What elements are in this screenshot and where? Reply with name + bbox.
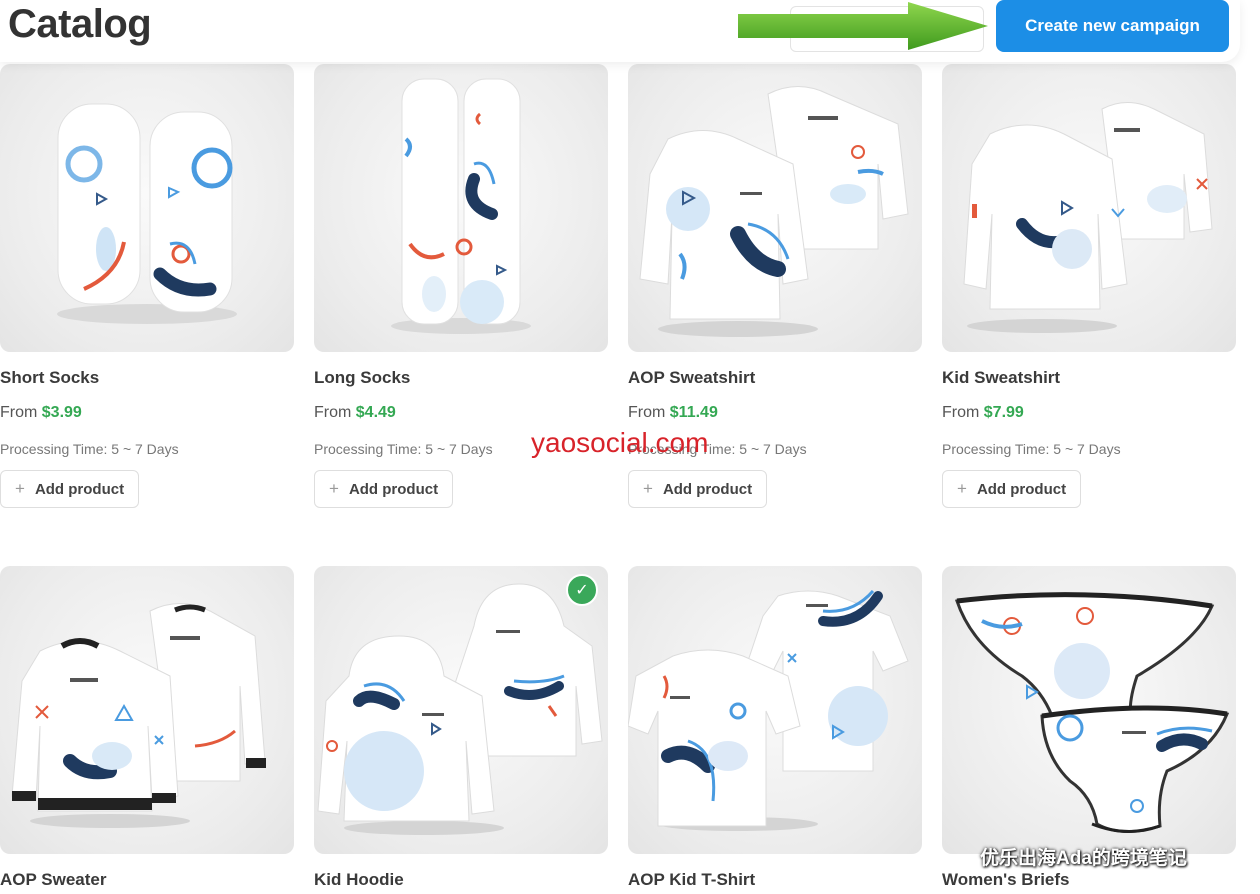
corner-watermark-text: 优乐出海Ada的跨境笔记: [980, 848, 1187, 869]
product-image-long-socks[interactable]: [314, 64, 608, 352]
create-new-campaign-button[interactable]: Create new campaign: [996, 0, 1229, 52]
product-card-kid-sweatshirt[interactable]: Kid Sweatshirt From $7.99 Processing Tim…: [942, 64, 1236, 508]
add-product-label: Add product: [348, 480, 439, 498]
product-card-kid-hoodie[interactable]: ✓ Kid Hoodie: [314, 566, 608, 889]
product-image-aop-kid-t-shirt[interactable]: [628, 566, 922, 854]
product-image-short-socks[interactable]: [0, 64, 294, 352]
add-product-button[interactable]: + Add product: [314, 470, 454, 508]
add-product-label: Add product: [34, 480, 125, 498]
product-image-kid-sweatshirt[interactable]: [942, 64, 1236, 352]
product-image-kid-hoodie[interactable]: ✓: [314, 566, 608, 854]
product-name: AOP Sweatshirt: [628, 368, 756, 387]
price-value: $4.49: [355, 404, 396, 421]
price-prefix: From: [628, 404, 666, 421]
add-product-label: Add product: [976, 480, 1067, 498]
price-prefix: From: [314, 404, 352, 421]
processing-time: Processing Time: 5 ~ 7 Days: [942, 441, 1121, 457]
processing-time: Processing Time: 5 ~ 7 Days: [314, 441, 493, 457]
product-card-aop-sweater[interactable]: AOP Sweater: [0, 566, 294, 889]
product-price: From $3.99: [0, 404, 82, 422]
product-name: Long Socks: [314, 368, 411, 387]
product-name: AOP Sweater: [0, 870, 107, 889]
product-price: From $7.99: [942, 404, 1024, 422]
plus-icon: +: [15, 479, 25, 498]
product-name: Kid Hoodie: [314, 870, 404, 889]
check-icon: ✓: [566, 574, 598, 606]
price-prefix: From: [942, 404, 980, 421]
product-name: AOP Kid T-Shirt: [628, 870, 756, 889]
page-title: Catalog: [8, 2, 152, 46]
product-name: Women's Briefs: [942, 870, 1070, 889]
plus-icon: +: [643, 479, 653, 498]
add-product-button[interactable]: + Add product: [0, 470, 140, 508]
product-image-womens-briefs[interactable]: [942, 566, 1236, 854]
price-value: $7.99: [983, 404, 1024, 421]
price-prefix: From: [0, 404, 38, 421]
watermark-text: yaosocial.com: [531, 427, 709, 458]
product-image-aop-sweater[interactable]: [0, 566, 294, 854]
product-name: Kid Sweatshirt: [942, 368, 1061, 387]
product-card-long-socks[interactable]: Long Socks From $4.49 Processing Time: 5…: [314, 64, 608, 508]
add-product-button[interactable]: + Add product: [628, 470, 768, 508]
product-image-aop-sweatshirt[interactable]: [628, 64, 922, 352]
product-price: From $11.49: [628, 404, 718, 422]
add-product-button[interactable]: + Add product: [942, 470, 1082, 508]
arrow-right-icon: [738, 2, 988, 50]
price-value: $11.49: [669, 404, 718, 421]
product-card-womens-briefs[interactable]: Women's Briefs: [942, 566, 1236, 889]
product-card-aop-kid-t-shirt[interactable]: AOP Kid T-Shirt: [628, 566, 922, 889]
product-card-short-socks[interactable]: Short Socks From $3.99 Processing Time: …: [0, 64, 294, 508]
product-name: Short Socks: [0, 368, 100, 387]
product-price: From $4.49: [314, 404, 396, 422]
processing-time: Processing Time: 5 ~ 7 Days: [0, 441, 179, 457]
product-card-aop-sweatshirt[interactable]: AOP Sweatshirt From $11.49 Processing Ti…: [628, 64, 922, 508]
plus-icon: +: [957, 479, 967, 498]
add-product-label: Add product: [662, 480, 753, 498]
price-value: $3.99: [41, 404, 82, 421]
plus-icon: +: [329, 479, 339, 498]
